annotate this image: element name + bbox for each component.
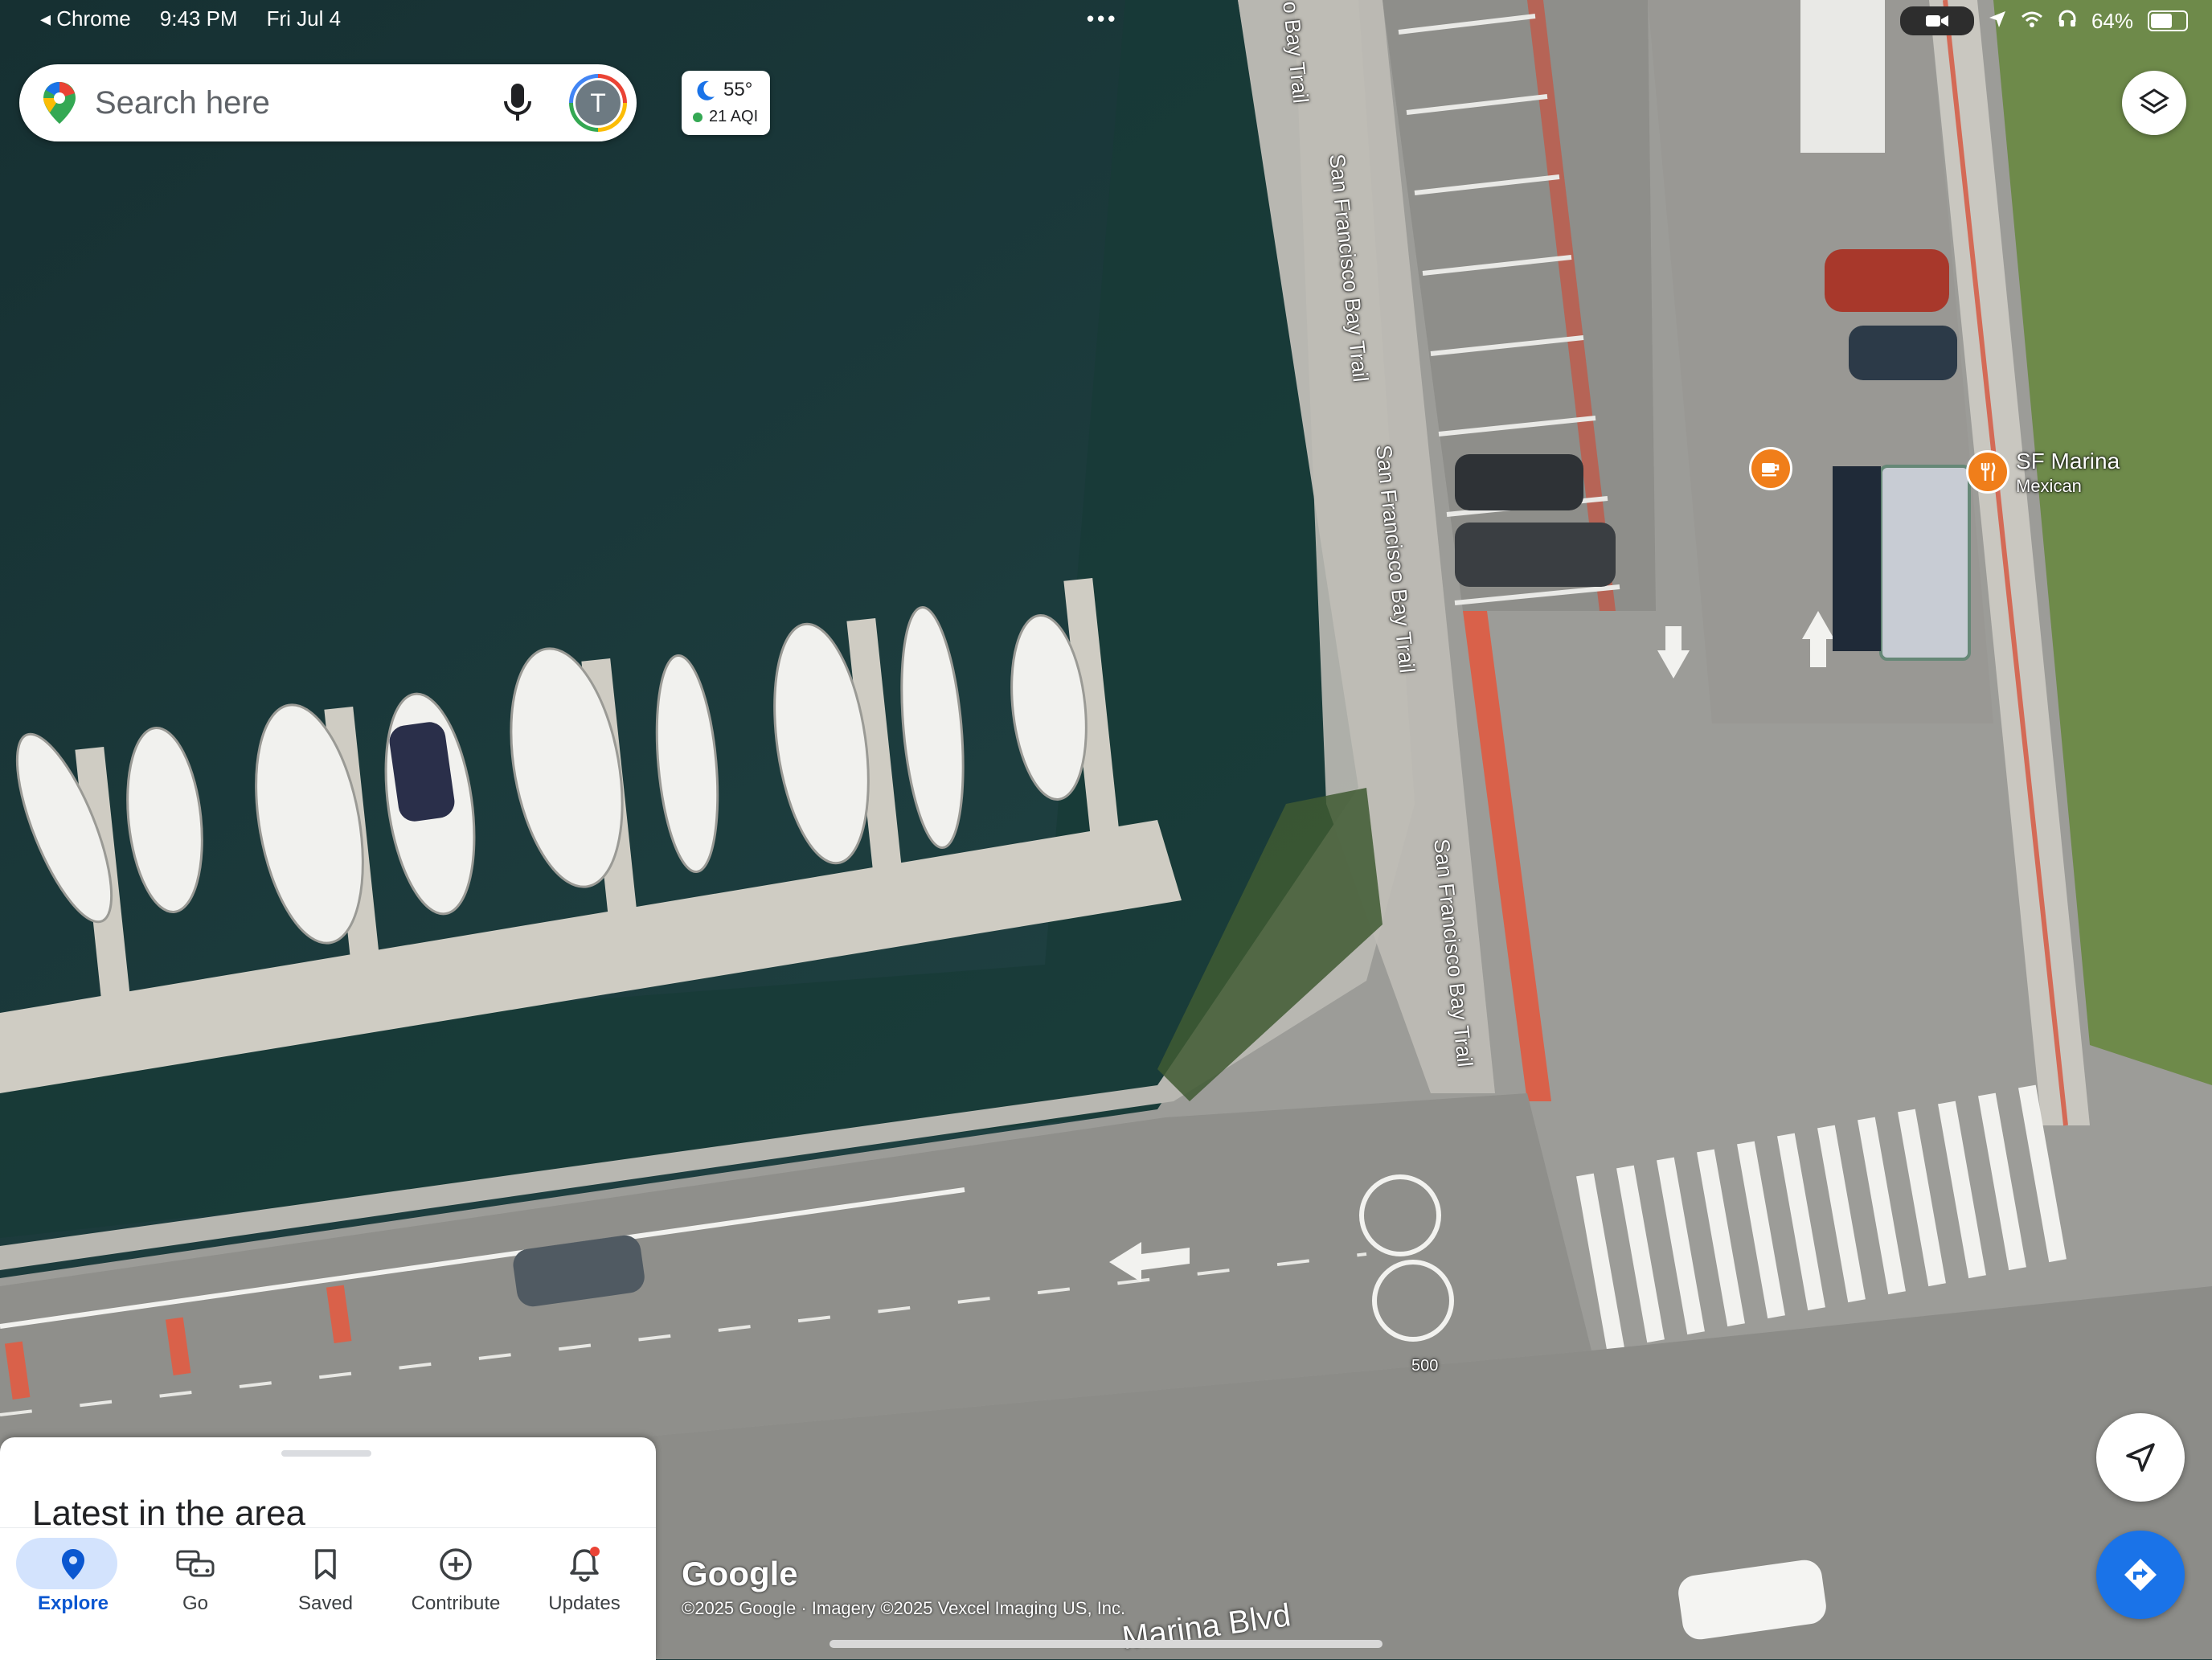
map-attribution[interactable]: ©2025 Google · Imagery ©2025 Vexcel Imag… (682, 1598, 1125, 1619)
location-pin-icon (62, 1549, 84, 1580)
directions-icon (2124, 1559, 2157, 1591)
map-satellite-view[interactable] (0, 0, 2212, 1659)
google-logo: Google (682, 1555, 798, 1592)
fork-knife-icon (1981, 462, 1996, 481)
avatar-letter: T (576, 80, 621, 125)
road-number-label: 500 (1411, 1357, 1439, 1375)
commute-icon (176, 1550, 215, 1577)
weather-chip[interactable]: 55° 21 AQI (682, 71, 770, 135)
moon-icon (697, 80, 715, 100)
cafe-poi-marker[interactable] (1749, 447, 1792, 490)
multitasking-dots-icon[interactable]: ••• (1087, 6, 1118, 31)
nav-saved[interactable]: Saved (265, 1536, 386, 1641)
restaurant-poi-marker[interactable] (1966, 450, 2009, 494)
bookmark-icon (315, 1549, 336, 1580)
status-time: 9:43 PM (159, 6, 238, 31)
navigation-arrow-icon (2126, 1443, 2155, 1472)
nav-explore[interactable]: Explore (13, 1536, 133, 1641)
coffee-icon (1762, 463, 1780, 477)
search-input[interactable]: Search here (95, 85, 502, 121)
nav-updates[interactable]: Updates (524, 1536, 645, 1641)
search-bar[interactable]: Search here T (19, 64, 637, 141)
home-indicator[interactable] (830, 1640, 1382, 1648)
google-maps-pin-icon (43, 82, 76, 124)
battery-icon (2148, 10, 2188, 31)
status-bar: ◂ Chrome 9:43 PM Fri Jul 4 ••• 64% (0, 0, 2212, 39)
layers-icon (2139, 88, 2169, 114)
weather-aqi: 21 AQI (709, 108, 759, 125)
nav-explore-label: Explore (37, 1592, 109, 1614)
back-to-app-link[interactable]: ◂ Chrome (40, 6, 131, 31)
nav-contribute-label: Contribute (411, 1592, 501, 1614)
nav-go[interactable]: Go (135, 1536, 256, 1641)
notification-dot (590, 1547, 600, 1556)
directions-button[interactable] (2096, 1531, 2185, 1619)
account-avatar[interactable]: T (569, 74, 627, 132)
sheet-drag-handle[interactable] (281, 1450, 371, 1457)
wifi-icon (2021, 9, 2043, 34)
nav-saved-label: Saved (297, 1592, 354, 1614)
battery-percent: 64% (2091, 8, 2133, 33)
add-circle-icon (440, 1548, 472, 1580)
camera-in-use-icon (1899, 6, 1974, 35)
back-app-label: Chrome (56, 6, 131, 31)
location-arrow-icon (1989, 9, 2006, 34)
restaurant-name[interactable]: SF Marina (2016, 449, 2120, 474)
nav-updates-label: Updates (548, 1592, 621, 1614)
status-date: Fri Jul 4 (266, 6, 342, 31)
my-location-button[interactable] (2096, 1413, 2185, 1502)
bell-icon (570, 1547, 600, 1582)
aqi-status-dot (693, 113, 703, 122)
weather-temperature: 55° (723, 79, 753, 100)
nav-go-label: Go (182, 1592, 208, 1614)
nav-contribute[interactable]: Contribute (395, 1536, 516, 1641)
bottom-navigation: Explore Go Saved Contribute Updates (0, 1527, 656, 1660)
restaurant-category: Mexican (2016, 476, 2082, 496)
layers-button[interactable] (2122, 71, 2186, 135)
microphone-icon[interactable] (502, 82, 534, 124)
headphones-icon (2058, 9, 2077, 34)
